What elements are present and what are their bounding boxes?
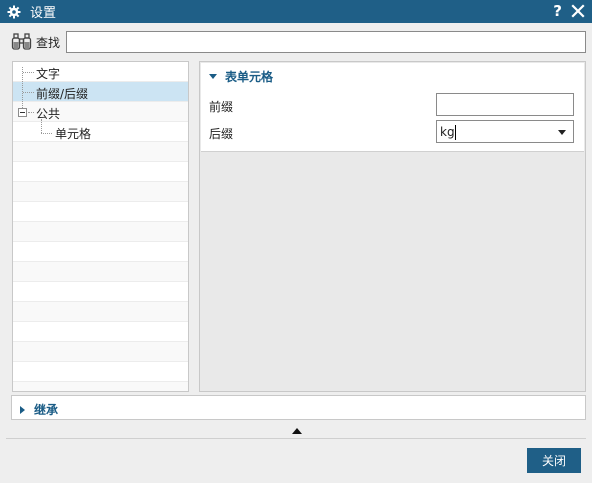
group-title: 表单元格: [225, 70, 274, 84]
tree-connector: [41, 119, 42, 133]
suffix-label: 后缀: [209, 127, 234, 141]
tree-item-label: 文字: [36, 67, 61, 81]
collapse-toggle-icon[interactable]: [18, 108, 27, 117]
prefix-input[interactable]: [436, 93, 574, 116]
tree-item-prefix-suffix[interactable]: 前缀/后缀: [13, 82, 188, 102]
tree-row-empty: [13, 382, 188, 391]
window-title: 设置: [30, 6, 57, 21]
tree-connector: [22, 67, 23, 108]
tree-row-empty: [13, 342, 188, 362]
tree-item-cell[interactable]: 单元格: [13, 122, 188, 142]
collapse-up-icon[interactable]: [292, 428, 302, 434]
tree-row-empty: [13, 362, 188, 382]
help-button[interactable]: ?: [553, 2, 562, 20]
tree-row-empty: [13, 282, 188, 302]
find-row: 查找: [0, 28, 592, 56]
close-button[interactable]: 关闭: [527, 448, 581, 473]
tree-row-empty: [13, 182, 188, 202]
tree-connector: [23, 72, 34, 73]
table-cell-group-header[interactable]: 表单元格: [209, 68, 273, 85]
tree-row-empty: [13, 322, 188, 342]
settings-tree: 文字 前缀/后缀 公共 单元格: [12, 61, 189, 392]
expand-down-icon: [209, 74, 217, 79]
tree-row-empty: [13, 222, 188, 242]
tree-row-empty: [13, 162, 188, 182]
suffix-value: kg: [440, 125, 455, 139]
table-cell-group: 表单元格 前缀 后缀 kg: [201, 63, 584, 152]
binoculars-icon: [11, 33, 33, 51]
close-icon[interactable]: [571, 4, 585, 18]
gear-icon: [7, 5, 21, 19]
tree-row-empty: [13, 202, 188, 222]
tree-item-common[interactable]: 公共: [13, 102, 188, 122]
inherit-section[interactable]: 继承: [11, 395, 586, 420]
text-caret: [455, 125, 456, 140]
find-input[interactable]: [66, 31, 586, 53]
tree-item-label: 单元格: [55, 127, 92, 141]
expand-right-icon: [20, 405, 25, 414]
tree-row-empty: [13, 142, 188, 162]
prefix-label: 前缀: [209, 100, 234, 114]
tree-row-empty: [13, 262, 188, 282]
dropdown-arrow-icon[interactable]: [558, 130, 566, 135]
suffix-combobox[interactable]: kg: [436, 120, 574, 143]
tree-connector: [23, 92, 34, 93]
inherit-title: 继承: [34, 403, 59, 417]
inherit-header[interactable]: 继承: [20, 401, 58, 418]
tree-row-empty: [13, 242, 188, 262]
properties-panel: 表单元格 前缀 后缀 kg: [199, 61, 586, 392]
find-label: 查找: [36, 36, 61, 50]
title-bar: 设置 ?: [0, 0, 592, 23]
tree-connector: [41, 133, 52, 134]
tree-item-label: 公共: [36, 107, 61, 121]
tree-row-empty: [13, 302, 188, 322]
tree-item-label: 前缀/后缀: [36, 87, 89, 101]
tree-item-text[interactable]: 文字: [13, 62, 188, 82]
divider: [6, 438, 586, 439]
tree-connector: [28, 112, 34, 113]
